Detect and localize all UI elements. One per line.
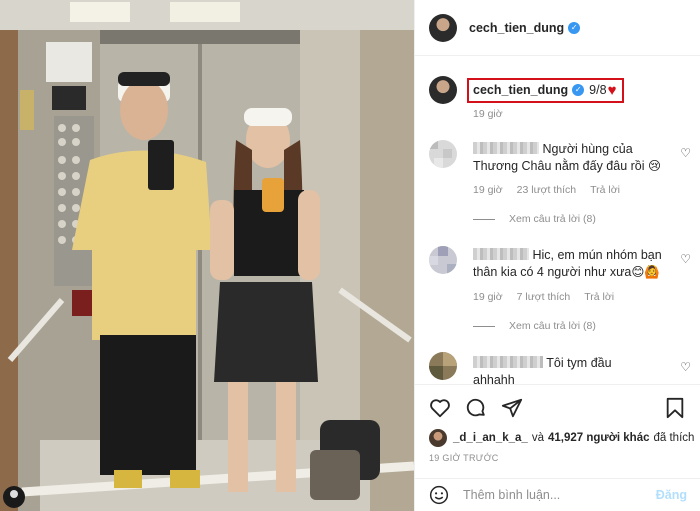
likes-suffix: đã thích xyxy=(653,432,695,444)
save-icon[interactable] xyxy=(665,397,685,419)
reply-button[interactable]: Trả lời xyxy=(590,184,620,196)
liker-avatar[interactable] xyxy=(429,429,447,447)
add-comment-bar: Thêm bình luận... Đăng xyxy=(415,478,700,511)
comment-meta: 19 giờ 23 lượt thích Trả lời xyxy=(473,184,620,196)
verified-badge-icon: ✓ xyxy=(572,84,585,96)
comment-text: Hic, em mún nhóm bạn thân kia có 4 người… xyxy=(473,247,669,281)
comment-item: Tôi tym đầu ahhahh ♡ xyxy=(429,352,691,387)
post-comment-button[interactable]: Đăng xyxy=(656,488,687,502)
commenter-avatar[interactable] xyxy=(429,140,457,168)
comment-like-heart-icon[interactable]: ♡ xyxy=(680,252,691,266)
post-photo[interactable] xyxy=(0,0,414,511)
comment-text-line1: Hic, em mún nhóm bạn xyxy=(532,248,662,262)
comment-icon[interactable] xyxy=(465,397,487,419)
reply-button[interactable]: Trả lời xyxy=(584,291,614,303)
blurred-username[interactable] xyxy=(473,356,543,368)
caption-username[interactable]: cech_tien_dung xyxy=(473,83,568,97)
replies-divider xyxy=(473,325,495,327)
likes-summary: _d_i_an_k_a_ và 41,927 người khác đã thí… xyxy=(429,429,694,447)
caption-time[interactable]: 19 giờ xyxy=(473,108,503,120)
blurred-username[interactable] xyxy=(473,142,539,154)
smile-icon[interactable] xyxy=(429,485,449,505)
comment-input[interactable]: Thêm bình luận... xyxy=(463,488,656,502)
comment-text: Người hùng của Thương Châu nằm đấy đâu r… xyxy=(473,141,669,175)
comment-like-heart-icon[interactable]: ♡ xyxy=(680,360,691,374)
view-replies-label: Xem câu trả lời (8) xyxy=(509,213,596,225)
commenter-avatar[interactable] xyxy=(429,352,457,380)
post-timestamp[interactable]: 19 GIỜ TRƯỚC xyxy=(429,453,499,463)
comment-time[interactable]: 19 giờ xyxy=(473,291,503,303)
comment-like-heart-icon[interactable]: ♡ xyxy=(680,146,691,160)
replies-divider xyxy=(473,218,495,220)
liker-username[interactable]: _d_i_an_k_a_ xyxy=(453,432,528,444)
view-replies-button[interactable]: Xem câu trả lời (8) xyxy=(473,213,596,225)
heart-icon[interactable] xyxy=(429,397,451,419)
comment-item: Người hùng của Thương Châu nằm đấy đâu r… xyxy=(429,140,691,235)
likes-count[interactable]: 41,927 người khác xyxy=(548,432,650,444)
comment-text-line2: thân kia có 4 người như xưa😊🙆 xyxy=(473,265,660,279)
comment-text-line1: Người hùng của xyxy=(542,142,633,156)
comment-meta: 19 giờ 7 lượt thích Trả lời xyxy=(473,291,614,303)
comment-text-line1: Tôi tym đầu xyxy=(546,356,612,370)
likes-connector: và xyxy=(531,432,544,444)
action-icons xyxy=(429,397,523,419)
elevator-selfie-image xyxy=(0,0,414,511)
comment-text-line2: Thương Châu nằm đấy đâu rồi 😢 xyxy=(473,159,662,173)
share-icon[interactable] xyxy=(501,397,523,419)
comment-likes[interactable]: 7 lượt thích xyxy=(517,291,571,303)
caption-avatar[interactable] xyxy=(429,76,457,104)
post-header: cech_tien_dung ✓ xyxy=(415,0,700,56)
view-replies-button[interactable]: Xem câu trả lời (8) xyxy=(473,320,596,332)
caption-highlight-box: cech_tien_dung ✓ 9/8 ♥ xyxy=(467,77,625,103)
author-avatar[interactable] xyxy=(429,13,457,42)
commenter-avatar[interactable] xyxy=(429,246,457,274)
post-actions: _d_i_an_k_a_ và 41,927 người khác đã thí… xyxy=(415,384,700,464)
author-username[interactable]: cech_tien_dung xyxy=(469,21,564,35)
blurred-username[interactable] xyxy=(473,248,529,260)
view-replies-label: Xem câu trả lời (8) xyxy=(509,320,596,332)
caption-text: 9/8 xyxy=(589,83,607,97)
verified-badge-icon: ✓ xyxy=(568,21,581,34)
comment-time[interactable]: 19 giờ xyxy=(473,184,503,196)
post-sidebar: cech_tien_dung ✓ cech_tien_dung ✓ 9/8 ♥ … xyxy=(414,0,700,511)
comment-likes[interactable]: 23 lượt thích xyxy=(517,184,576,196)
comment-item: Hic, em mún nhóm bạn thân kia có 4 người… xyxy=(429,246,691,341)
post-caption: cech_tien_dung ✓ 9/8 ♥ xyxy=(429,76,689,104)
heart-emoji-icon: ♥ xyxy=(607,81,617,99)
